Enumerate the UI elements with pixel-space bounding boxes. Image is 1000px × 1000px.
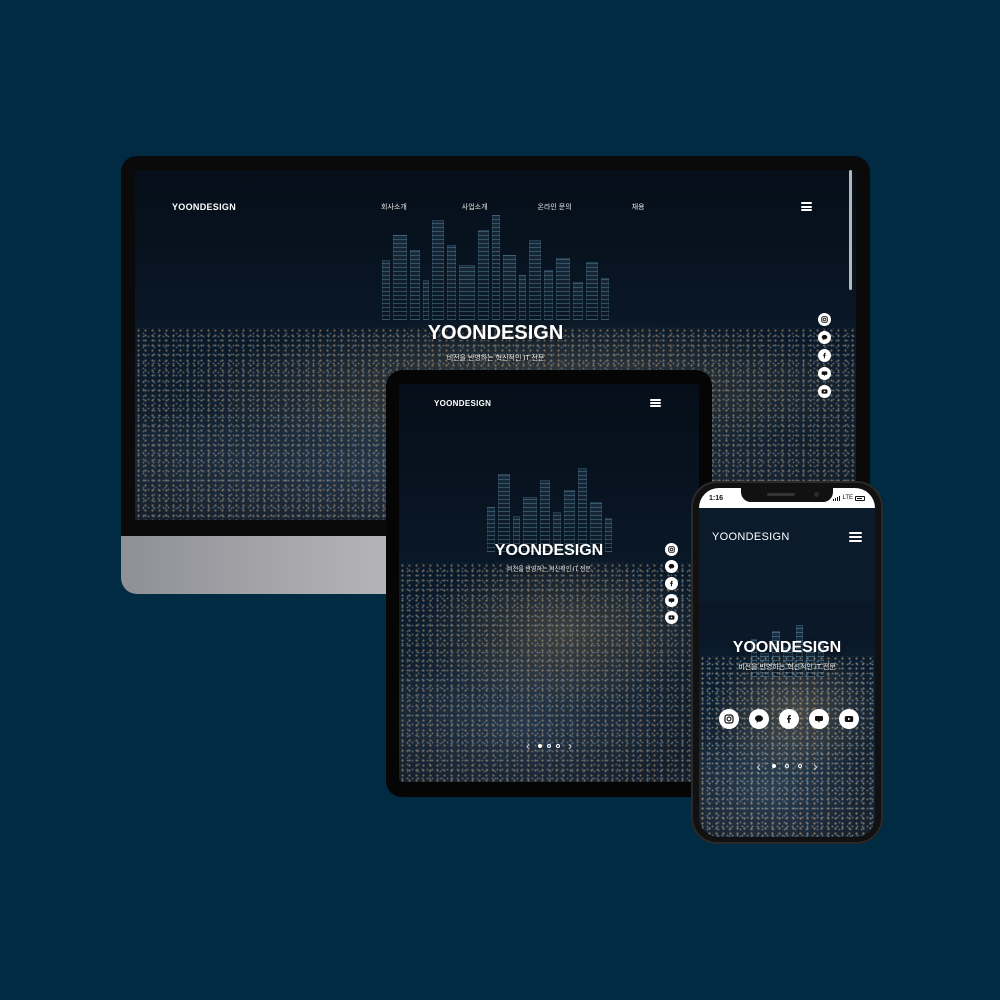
hero-subtitle: 비전을 반영하는 혁신적인 IT 전문 — [507, 567, 591, 573]
youtube-icon[interactable] — [818, 385, 831, 398]
slider-dot-1[interactable] — [538, 744, 542, 748]
menu-icon[interactable] — [849, 532, 862, 542]
instagram-icon[interactable] — [818, 313, 831, 326]
instagram-icon[interactable] — [665, 543, 678, 556]
tablet-screen: YOONDESIGN YOONDESIGN 비전을 반영하는 혁신적인 IT 전… — [399, 384, 699, 782]
nav-item-careers[interactable]: 채용 — [632, 202, 645, 212]
battery-icon — [855, 495, 865, 501]
facebook-icon[interactable] — [779, 709, 799, 729]
nav-item-business[interactable]: 사업소개 — [462, 202, 488, 212]
hero-background-image — [399, 384, 699, 782]
hero-subtitle: 비전을 반영하는 혁신적인 IT 전문 — [446, 355, 545, 362]
blog-icon[interactable] — [665, 594, 678, 607]
youtube-icon[interactable] — [665, 611, 678, 624]
main-nav: 회사소개 사업소개 온라인 문의 채용 — [381, 202, 645, 212]
facebook-icon[interactable] — [665, 577, 678, 590]
slider-dot-3[interactable] — [556, 744, 560, 748]
social-links — [665, 543, 678, 624]
slider-dot-3[interactable] — [798, 764, 802, 768]
kakaotalk-icon[interactable] — [665, 560, 678, 573]
phone-mockup: 1:16 LTE YOONDESIGN YOONDESIGN 비전을 반영하는 … — [691, 481, 883, 844]
slider-pager: ‹ › — [699, 759, 875, 773]
kakaotalk-icon[interactable] — [818, 331, 831, 344]
hero-background-image — [699, 508, 875, 837]
nav-item-inquiry[interactable]: 온라인 문의 — [538, 202, 572, 212]
menu-icon[interactable] — [801, 202, 812, 211]
kakaotalk-icon[interactable] — [749, 709, 769, 729]
menu-icon[interactable] — [650, 399, 661, 407]
chevron-left-icon[interactable]: ‹ — [526, 740, 530, 752]
tablet-mockup: YOONDESIGN YOONDESIGN 비전을 반영하는 혁신적인 IT 전… — [386, 370, 712, 797]
site-logo[interactable]: YOONDESIGN — [172, 202, 236, 212]
social-links — [818, 313, 831, 398]
instagram-icon[interactable] — [719, 709, 739, 729]
social-links — [719, 709, 859, 729]
signal-icon — [833, 495, 841, 501]
youtube-icon[interactable] — [839, 709, 859, 729]
slider-dot-1[interactable] — [772, 764, 776, 768]
hero-title: YOONDESIGN — [494, 542, 604, 559]
phone-notch — [741, 488, 833, 502]
facebook-icon[interactable] — [818, 349, 831, 362]
chevron-right-icon[interactable]: › — [813, 759, 818, 773]
slider-dot-2[interactable] — [785, 764, 789, 768]
slider-pager: ‹ › — [399, 740, 699, 752]
hero-subtitle: 비전을 반영하는 혁신적인 IT 전문 — [738, 664, 836, 671]
chevron-right-icon[interactable]: › — [568, 740, 572, 752]
hero-title: YOONDESIGN — [732, 639, 842, 656]
blog-icon[interactable] — [818, 367, 831, 380]
network-label: LTE — [842, 495, 853, 501]
site-logo[interactable]: YOONDESIGN — [434, 399, 491, 408]
status-indicators: LTE — [833, 495, 865, 501]
status-time: 1:16 — [709, 494, 724, 502]
blog-icon[interactable] — [809, 709, 829, 729]
chevron-left-icon[interactable]: ‹ — [756, 759, 761, 773]
nav-item-company[interactable]: 회사소개 — [381, 202, 407, 212]
site-logo[interactable]: YOONDESIGN — [712, 531, 790, 543]
phone-screen: 1:16 LTE YOONDESIGN YOONDESIGN 비전을 반영하는 … — [699, 488, 875, 837]
hero-title: YOONDESIGN — [427, 322, 564, 344]
slider-dot-2[interactable] — [547, 744, 551, 748]
scrollbar[interactable] — [849, 170, 852, 290]
